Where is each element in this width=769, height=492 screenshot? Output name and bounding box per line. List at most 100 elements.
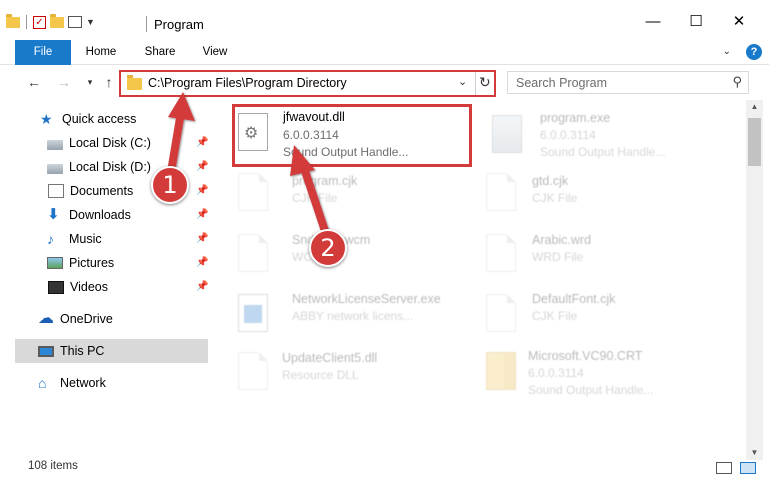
address-dropdown-chevron-icon[interactable]: ⌄	[458, 75, 467, 88]
sidebar-item-videos[interactable]: Videos 📌	[0, 275, 208, 299]
file-item[interactable]: program.cjk CJK File	[220, 165, 460, 221]
new-folder-icon[interactable]	[50, 13, 64, 28]
toolbar-separator	[26, 15, 27, 29]
scroll-up-arrow-icon[interactable]: ▲	[746, 100, 763, 114]
address-divider	[475, 72, 476, 95]
search-input[interactable]: Search Program	[516, 76, 607, 90]
file-name: UpdateClient5.dll	[282, 351, 378, 365]
file-icon	[486, 173, 516, 211]
pin-icon[interactable]: 📌	[196, 281, 208, 292]
pin-icon[interactable]: 📌	[196, 161, 208, 172]
sidebar-item-this-pc[interactable]: This PC	[15, 339, 208, 363]
sidebar-item-network[interactable]: ⌂ Network	[0, 371, 208, 395]
expand-ribbon-chevron-icon[interactable]: ⌄	[723, 46, 731, 57]
document-icon	[48, 184, 64, 198]
pin-icon[interactable]: 📌	[196, 233, 208, 244]
file-item[interactable]: UpdateClient5.dll Resource DLL	[220, 344, 460, 400]
recent-locations-chevron-icon[interactable]: ▾	[80, 72, 100, 92]
search-icon[interactable]: ⚲	[732, 74, 742, 90]
sidebar-item-label: Quick access	[62, 112, 137, 126]
sidebar-item-label: OneDrive	[60, 312, 113, 326]
forward-arrow-icon[interactable]: →	[54, 72, 74, 92]
file-description: Sound Output Handle...	[283, 145, 409, 159]
file-type: CJK File	[532, 309, 578, 323]
large-icons-view-icon[interactable]	[740, 462, 756, 474]
file-name: Arabic.wrd	[532, 233, 592, 247]
dll-gear-icon: ⚙	[238, 113, 268, 151]
drive-icon	[47, 163, 63, 174]
file-type: WRD File	[532, 250, 584, 264]
properties-icon[interactable]	[68, 16, 82, 28]
tab-view[interactable]: View	[200, 40, 230, 65]
file-name: jfwavout.dll	[283, 110, 345, 124]
tab-share[interactable]: Share	[142, 40, 178, 65]
title-separator	[146, 16, 147, 32]
download-icon: ⬇	[47, 206, 60, 223]
network-icon: ⌂	[38, 375, 47, 391]
sidebar-item-label: Network	[60, 376, 106, 390]
file-version: 6.0.0.3114	[540, 128, 596, 142]
step-callout-1: 1	[151, 166, 189, 204]
sidebar-item-label: Local Disk (C:)	[69, 136, 151, 150]
folder-icon	[127, 75, 142, 90]
pin-icon[interactable]: 📌	[196, 185, 208, 196]
scrollbar-thumb[interactable]	[748, 118, 761, 166]
address-path[interactable]: C:\Program Files\Program Directory	[148, 76, 347, 90]
file-description: Sound Output Handle...	[528, 383, 654, 397]
file-icon	[486, 234, 516, 272]
vertical-scrollbar[interactable]: ▲ ▼	[746, 100, 763, 460]
properties-check-icon[interactable]: ✓	[33, 15, 46, 29]
file-icon	[238, 352, 268, 390]
computer-icon	[38, 345, 54, 357]
file-item[interactable]: NetworkLicenseServer.exe ABBY network li…	[220, 286, 460, 342]
sidebar-item-music[interactable]: ♪ Music 📌	[0, 227, 208, 251]
folder-zip-icon	[486, 352, 516, 390]
sidebar-item-downloads[interactable]: ⬇ Downloads 📌	[0, 203, 208, 227]
sidebar-item-label: Videos	[70, 280, 108, 294]
title-bar: ✓ ▼ Program — ☐ ✕	[0, 0, 769, 40]
file-icon	[238, 173, 268, 211]
file-type: Resource DLL	[282, 368, 359, 382]
maximize-button[interactable]: ☐	[674, 8, 718, 36]
file-item[interactable]: Microsoft.VC90.CRT 6.0.0.3114 Sound Outp…	[470, 344, 710, 400]
pictures-icon	[47, 257, 63, 269]
sidebar-item-local-disk-c[interactable]: Local Disk (C:) 📌	[0, 131, 208, 155]
up-arrow-icon[interactable]: ↑	[99, 72, 119, 92]
sidebar-item-quick-access[interactable]: ★ Quick access	[0, 107, 208, 131]
star-icon: ★	[40, 111, 53, 127]
sidebar-item-onedrive[interactable]: ☁ OneDrive	[0, 307, 208, 331]
details-view-icon[interactable]	[716, 462, 732, 474]
tab-home[interactable]: Home	[83, 40, 119, 65]
navigation-bar: ← → ▾ ↑ C:\Program Files\Program Directo…	[0, 66, 769, 98]
sidebar-item-pictures[interactable]: Pictures 📌	[0, 251, 208, 275]
file-item[interactable]: DefaultFont.cjk CJK File	[470, 286, 710, 342]
refresh-icon[interactable]: ↻	[479, 74, 491, 91]
customize-toolbar-dropdown-icon[interactable]: ▼	[86, 17, 95, 27]
file-item-jfwavout-dll[interactable]: ⚙ jfwavout.dll 6.0.0.3114 Sound Output H…	[232, 104, 472, 167]
file-name: program.cjk	[292, 174, 358, 188]
minimize-button[interactable]: —	[631, 8, 675, 36]
drive-icon	[47, 139, 63, 150]
sidebar-item-label: This PC	[60, 344, 105, 358]
ribbon-tabs: File Home Share View ⌄ ?	[0, 40, 769, 65]
file-item[interactable]: gtd.cjk CJK File	[470, 165, 710, 221]
sidebar-item-label: Local Disk (D:)	[69, 160, 151, 174]
pin-icon[interactable]: 📌	[196, 209, 208, 220]
back-arrow-icon[interactable]: ←	[24, 72, 44, 92]
tab-file[interactable]: File	[15, 40, 71, 65]
close-button[interactable]: ✕	[717, 8, 761, 36]
quick-access-toolbar: ✓ ▼	[6, 13, 95, 31]
pin-icon[interactable]: 📌	[196, 137, 208, 148]
pin-icon[interactable]: 📌	[196, 257, 208, 268]
scroll-down-arrow-icon[interactable]: ▼	[746, 446, 763, 460]
file-item[interactable]: Arabic.wrd WRD File	[470, 226, 710, 282]
navigation-pane: ★ Quick access Local Disk (C:) 📌 Local D…	[0, 100, 210, 460]
status-bar: 108 items	[0, 460, 769, 492]
window-icon	[238, 294, 268, 332]
file-item[interactable]: program.exe 6.0.0.3114 Sound Output Hand…	[478, 107, 718, 163]
item-count: 108 items	[28, 460, 78, 472]
address-bar[interactable]: C:\Program Files\Program Directory ⌄ ↻	[119, 70, 496, 97]
step-callout-2: 2	[309, 229, 347, 267]
help-icon[interactable]: ?	[746, 44, 762, 60]
search-box[interactable]: Search Program ⚲	[507, 71, 749, 94]
